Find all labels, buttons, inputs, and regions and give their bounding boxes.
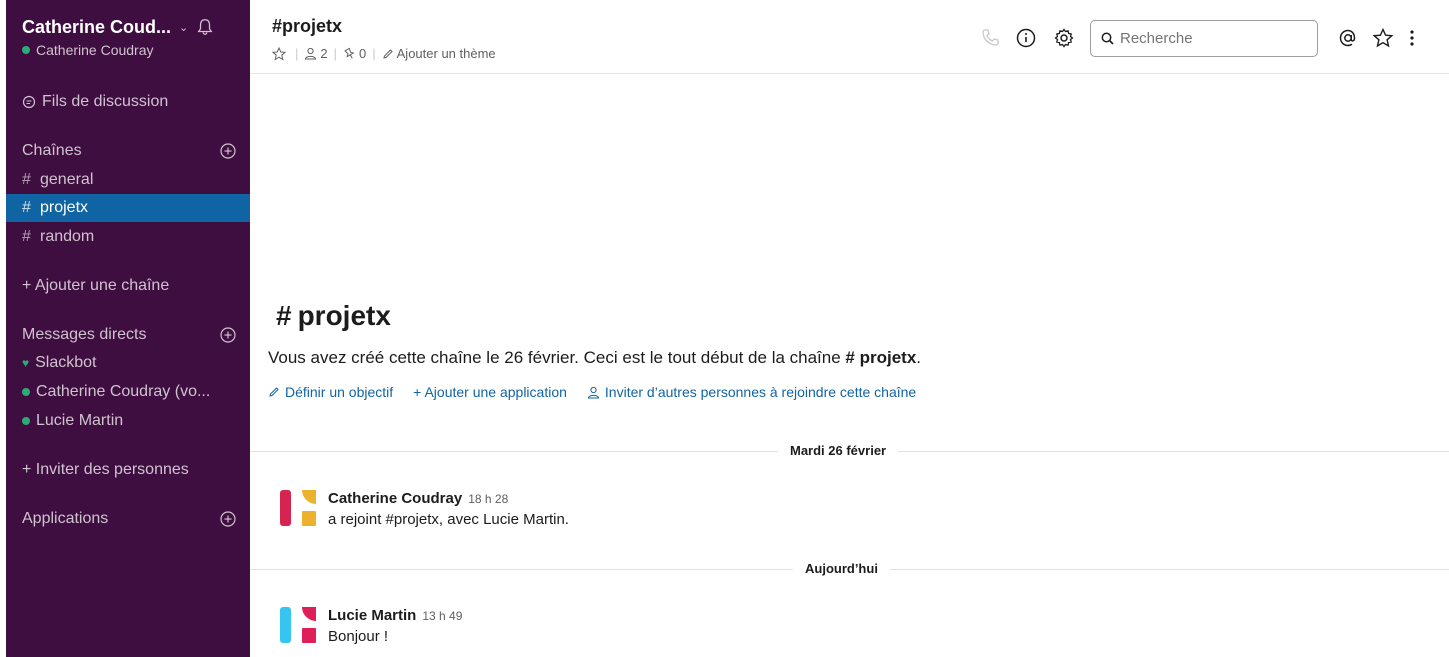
invite-label: + Inviter des personnes xyxy=(22,461,189,478)
threads-icon xyxy=(22,95,36,109)
message-header: Lucie Martin 13 h 49 xyxy=(328,607,462,624)
section-label: Chaînes xyxy=(22,142,82,159)
sidebar-item-lucie[interactable]: Lucie Martin xyxy=(6,407,250,435)
sidebar-item-projetx[interactable]: # projetx xyxy=(6,194,250,222)
channel-meta: | 2 | 0 | Ajouter un thème xyxy=(272,46,496,61)
sidebar-item-threads[interactable]: Fils de discussion xyxy=(6,88,250,116)
phone-icon[interactable] xyxy=(979,27,1001,49)
add-app-link[interactable]: + Ajouter une application xyxy=(413,384,567,400)
add-app-icon[interactable] xyxy=(220,511,236,527)
sidebar-item-general[interactable]: # general xyxy=(6,166,250,194)
message-timestamp[interactable]: 18 h 28 xyxy=(468,492,508,506)
dm-section-header[interactable]: Messages directs xyxy=(6,321,250,349)
message-body: a rejoint #projetx, avec Lucie Martin. xyxy=(328,511,569,528)
hash-icon: # xyxy=(22,228,31,245)
gear-icon[interactable] xyxy=(1053,27,1075,49)
presence-dot xyxy=(22,388,30,396)
pin-count[interactable]: 0 xyxy=(359,46,366,61)
message-body: Bonjour ! xyxy=(328,628,389,645)
member-icon xyxy=(587,386,599,398)
heart-icon: ♥ xyxy=(22,356,30,370)
intro-channel-mention[interactable]: # projetx xyxy=(845,348,916,367)
dm-name: Lucie Martin xyxy=(36,412,124,429)
sidebar-item-slackbot[interactable]: ♥ Slackbot xyxy=(6,349,250,377)
search-icon xyxy=(1101,32,1114,45)
member-count[interactable]: 2 xyxy=(320,46,327,61)
channel-intro-actions: Définir un objectif + Ajouter une applic… xyxy=(268,384,936,400)
star-icon[interactable] xyxy=(1372,27,1394,49)
add-topic-button[interactable]: Ajouter un thème xyxy=(397,46,496,61)
chevron-down-icon[interactable]: ⌄ xyxy=(179,21,188,34)
date-divider-label[interactable]: Aujourd’hui xyxy=(793,561,890,576)
channel-name: random xyxy=(40,228,95,245)
message-timestamp[interactable]: 13 h 49 xyxy=(422,609,462,623)
intro-channel-name: projetx xyxy=(297,300,391,331)
section-label: Applications xyxy=(22,510,109,527)
pin-icon[interactable] xyxy=(343,47,356,60)
channel-title: #projetx xyxy=(272,16,343,36)
channels-section-header[interactable]: Chaînes xyxy=(6,137,250,165)
add-dm-icon[interactable] xyxy=(220,327,236,343)
presence-dot xyxy=(22,46,30,54)
current-user[interactable]: Catherine Coudray xyxy=(22,42,242,58)
sidebar-item-catherine[interactable]: Catherine Coudray (vo... xyxy=(6,378,250,406)
hash-icon: # xyxy=(22,199,31,216)
separator: | xyxy=(333,46,338,61)
channel-header: #projetx | 2 | 0 | Ajouter un thème xyxy=(250,0,1449,74)
channel-name: projetx xyxy=(40,199,89,216)
section-label: Messages directs xyxy=(22,326,147,343)
message-header: Catherine Coudray 18 h 28 xyxy=(328,490,508,507)
date-divider-label[interactable]: Mardi 26 février xyxy=(778,443,899,458)
separator: | xyxy=(372,46,376,61)
hash-icon: # xyxy=(276,300,292,331)
add-app-label: + Ajouter une application xyxy=(413,384,567,400)
avatar[interactable] xyxy=(280,607,316,643)
search-input[interactable] xyxy=(1120,30,1310,47)
message-author[interactable]: Catherine Coudray xyxy=(328,490,462,507)
set-purpose-link[interactable]: Définir un objectif xyxy=(268,384,393,400)
info-icon[interactable] xyxy=(1015,27,1037,49)
set-purpose-label: Définir un objectif xyxy=(285,384,394,400)
avatar[interactable] xyxy=(280,490,316,526)
intro-text-suffix: . xyxy=(916,348,922,367)
invite-people-label: Inviter d’autres personnes à rejoindre c… xyxy=(604,384,917,400)
channel-intro-title: # projetx xyxy=(276,300,391,332)
workspace-name[interactable]: Catherine Coud... xyxy=(22,17,171,38)
add-channel-label: + Ajouter une chaîne xyxy=(22,277,170,294)
message-author[interactable]: Lucie Martin xyxy=(328,607,416,624)
more-icon[interactable] xyxy=(1406,27,1418,49)
sidebar-item-random[interactable]: # random xyxy=(6,223,250,251)
mentions-icon[interactable] xyxy=(1337,27,1359,49)
invite-people-link[interactable]: Inviter d’autres personnes à rejoindre c… xyxy=(587,384,916,400)
hash-icon: # xyxy=(22,171,31,188)
bell-icon[interactable] xyxy=(196,18,214,36)
workspace-header[interactable]: Catherine Coud... ⌄ Catherine Coudray xyxy=(22,14,242,58)
pencil-icon xyxy=(382,48,393,59)
slack-app: Catherine Coud... ⌄ Catherine Coudray Fi… xyxy=(0,0,1449,657)
add-channel-icon[interactable] xyxy=(220,143,236,159)
intro-text-prefix: Vous avez créé cette chaîne le 26 févrie… xyxy=(268,348,846,367)
sidebar-item-label: Fils de discussion xyxy=(42,93,169,110)
member-icon[interactable] xyxy=(304,47,317,60)
presence-dot xyxy=(22,417,30,425)
dm-name: Slackbot xyxy=(35,354,97,371)
current-user-name: Catherine Coudray xyxy=(36,42,154,58)
invite-people-button[interactable]: + Inviter des personnes xyxy=(6,456,250,484)
dm-name: Catherine Coudray (vo... xyxy=(36,383,211,400)
apps-section-header[interactable]: Applications xyxy=(6,505,250,533)
channel-name: general xyxy=(40,171,94,188)
separator: | xyxy=(295,46,299,61)
pencil-icon xyxy=(269,387,279,397)
sidebar: Catherine Coud... ⌄ Catherine Coudray Fi… xyxy=(6,0,250,657)
search-box[interactable] xyxy=(1090,20,1318,57)
add-channel-button[interactable]: + Ajouter une chaîne xyxy=(6,272,250,300)
star-icon[interactable] xyxy=(272,46,286,61)
message-pane: # projetx Vous avez créé cette chaîne le … xyxy=(250,74,1449,657)
channel-intro-text: Vous avez créé cette chaîne le 26 févrie… xyxy=(268,348,921,368)
